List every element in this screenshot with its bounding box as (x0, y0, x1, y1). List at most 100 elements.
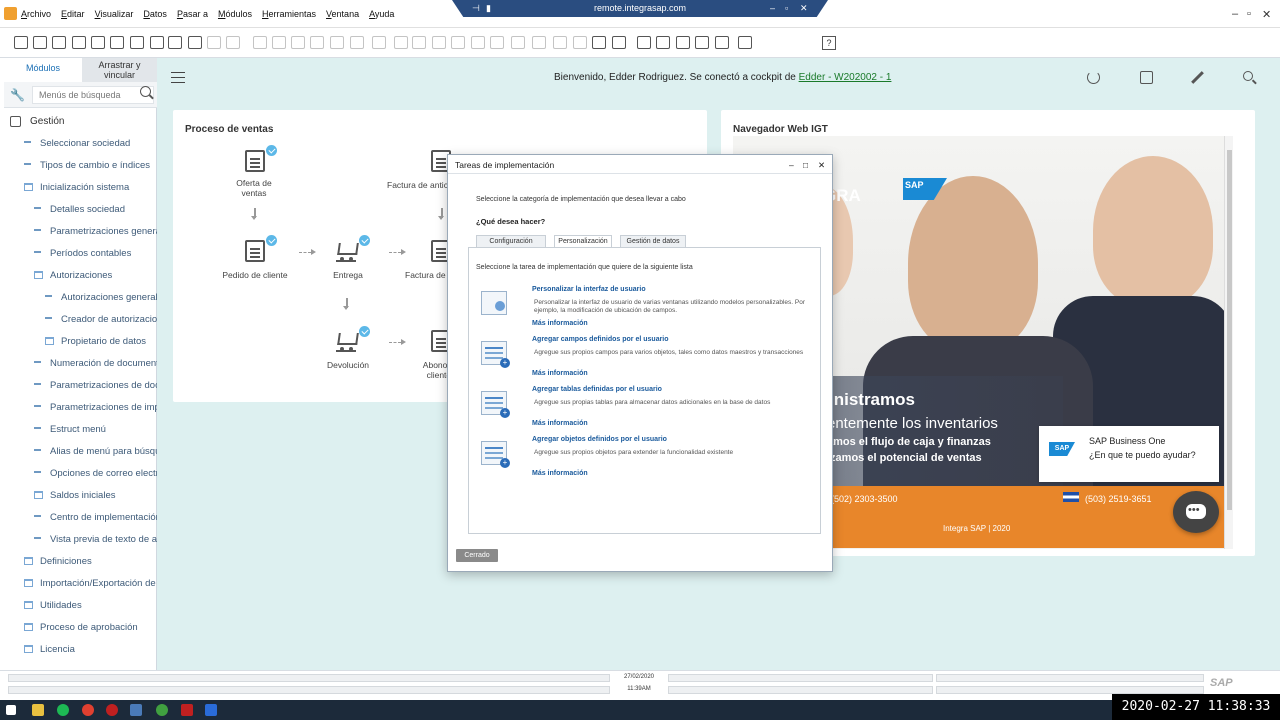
filter-icon[interactable] (207, 36, 221, 49)
windows-start-icon[interactable] (6, 705, 16, 715)
sidebar-item-importaci-n-exportaci-n-de-dat[interactable]: Importación/Exportación de datos (4, 574, 157, 594)
transactions-icon[interactable] (553, 36, 567, 49)
settings-icon[interactable] (511, 36, 525, 49)
sidebar-item-parametrizaciones-de-impresi-n[interactable]: Parametrizaciones de impresión (4, 398, 157, 418)
fax-icon[interactable] (110, 36, 124, 49)
refresh-icon[interactable] (1087, 71, 1100, 84)
wrench-icon[interactable]: 🔧 (10, 89, 25, 101)
menu-item-m-dulos[interactable]: Módulos (213, 9, 257, 19)
task-title-link[interactable]: Agregar tablas definidas por el usuario (532, 386, 662, 393)
sidebar-item-detalles-sociedad[interactable]: Detalles sociedad (4, 200, 157, 220)
user-icon[interactable] (612, 36, 626, 49)
calendar-icon[interactable] (592, 36, 606, 49)
spotify-icon[interactable] (57, 704, 69, 716)
gross-profit-icon[interactable] (412, 36, 426, 49)
cockpit-link[interactable]: Edder - W202002 - 1 (799, 72, 892, 83)
file-explorer-icon[interactable] (32, 704, 44, 716)
alerts-icon[interactable] (656, 36, 670, 49)
sidebar-item-alias-de-men-para-b-squeda[interactable]: Alias de menú para búsqueda (4, 442, 157, 462)
delivery-cart-icon[interactable] (336, 240, 356, 262)
sidebar-item-estruct-men-[interactable]: Estruct menú (4, 420, 157, 440)
sort-icon[interactable] (226, 36, 240, 49)
journal-entry-icon[interactable] (432, 36, 446, 49)
base-document-icon[interactable] (372, 36, 386, 49)
form-settings-icon[interactable] (14, 36, 28, 49)
web-scrollbar[interactable] (1224, 136, 1233, 549)
sales-order-icon[interactable] (245, 240, 265, 262)
pin-icon[interactable]: ⊣ (472, 0, 480, 17)
email-icon[interactable] (72, 36, 86, 49)
last-record-icon[interactable] (310, 36, 324, 49)
sidebar-item-tipos-de-cambio-e-ndices[interactable]: Tipos de cambio e índices (4, 156, 157, 176)
sidebar-item-propietario-de-datos[interactable]: Propietario de datos (4, 332, 157, 352)
chrome-icon[interactable] (82, 704, 94, 716)
sidebar-item-autorizaciones[interactable]: Autorizaciones (4, 266, 157, 286)
more-info-link[interactable]: Más información (532, 320, 588, 327)
restore-icon[interactable]: ▫ (1247, 8, 1251, 20)
sidebar-item-saldos-iniciales[interactable]: Saldos iniciales (4, 486, 157, 506)
next-record-icon[interactable] (291, 36, 305, 49)
sidebar-item-creador-de-autorizaciones[interactable]: Creador de autorizaciones (4, 310, 157, 330)
browser-icon[interactable] (156, 704, 168, 716)
more-info-link[interactable]: Más información (532, 370, 588, 377)
first-record-icon[interactable] (253, 36, 267, 49)
refresh-icon[interactable] (330, 36, 344, 49)
web-scrollbar-thumb[interactable] (1227, 150, 1232, 510)
reports-icon[interactable] (573, 36, 587, 49)
export-excel-icon[interactable] (130, 36, 144, 49)
menu-item-editar[interactable]: Editar (56, 9, 90, 19)
media-player-icon[interactable] (106, 704, 118, 716)
sms-icon[interactable] (91, 36, 105, 49)
layout-designer-icon[interactable] (350, 36, 364, 49)
return-cart-icon[interactable] (336, 330, 356, 352)
menu-item-datos[interactable]: Datos (138, 9, 172, 19)
sidebar-item-inicializaci-n-sistema[interactable]: Inicialización sistema (4, 178, 157, 198)
payment-means-icon[interactable] (451, 36, 465, 49)
tab-drag-link[interactable]: Arrastrar y vincular (82, 58, 157, 82)
dialog-maximize-icon[interactable]: □ (803, 160, 808, 170)
tab-gestion-datos[interactable]: Gestión de datos (620, 235, 686, 247)
remote-minimize-icon[interactable]: – (770, 0, 775, 17)
task-title-link[interactable]: Personalizar la interfaz de usuario (532, 286, 646, 293)
chat-prompt-card[interactable]: SAP SAP Business One ¿En que te puedo ay… (1039, 426, 1219, 482)
sales-quote-icon[interactable] (245, 150, 265, 172)
query-icon[interactable] (532, 36, 546, 49)
sidebar-item-numeraci-n-de-documentos[interactable]: Numeración de documentos (4, 354, 157, 374)
chat-bubble-icon[interactable] (1173, 491, 1219, 533)
task-title-link[interactable]: Agregar objetos definidos por el usuario (532, 436, 667, 443)
copy-icon[interactable] (676, 36, 690, 49)
sidebar-item-gestion[interactable]: Gestión (4, 112, 157, 132)
sidebar-item-seleccionar-sociedad[interactable]: Seleccionar sociedad (4, 134, 157, 154)
sidebar-item-definiciones[interactable]: Definiciones (4, 552, 157, 572)
dialog-minimize-icon[interactable]: – (789, 160, 794, 170)
edit-icon[interactable] (1191, 71, 1204, 84)
paste-icon[interactable] (695, 36, 709, 49)
target-document-icon[interactable] (394, 36, 408, 49)
archive-icon[interactable] (1140, 71, 1153, 84)
sidebar-item-utilidades[interactable]: Utilidades (4, 596, 157, 616)
search-icon[interactable] (140, 86, 151, 97)
move-icon[interactable] (188, 36, 202, 49)
close-icon[interactable]: ✕ (1262, 8, 1271, 21)
sidebar-item-parametrizaciones-generales[interactable]: Parametrizaciones generales (4, 222, 157, 242)
drill-down-icon[interactable] (490, 36, 504, 49)
task-title-link[interactable]: Agregar campos definidos por el usuario (532, 336, 669, 343)
customize-icon[interactable] (738, 36, 752, 49)
pdf-reader-icon[interactable] (181, 704, 193, 716)
sidebar-item-proceso-de-aprobaci-n[interactable]: Proceso de aprobación (4, 618, 157, 638)
minimize-icon[interactable]: – (1232, 8, 1238, 20)
menu-item-ayuda[interactable]: Ayuda (364, 9, 399, 19)
menu-item-herramientas[interactable]: Herramientas (257, 9, 321, 19)
hamburger-menu-icon[interactable] (171, 72, 185, 83)
print-icon[interactable] (33, 36, 47, 49)
tab-configuracion[interactable]: Configuración (476, 235, 546, 247)
menu-item-archivo[interactable]: Archivo (16, 9, 56, 19)
previous-record-icon[interactable] (272, 36, 286, 49)
menu-item-pasar-a[interactable]: Pasar a (172, 9, 213, 19)
zoom-icon[interactable] (205, 704, 217, 716)
tab-modules[interactable]: Módulos (4, 58, 82, 82)
dialog-close-button[interactable]: Cerrado (456, 549, 498, 562)
export-word-icon[interactable] (150, 36, 164, 49)
messages-icon[interactable] (637, 36, 651, 49)
more-info-link[interactable]: Más información (532, 470, 588, 477)
